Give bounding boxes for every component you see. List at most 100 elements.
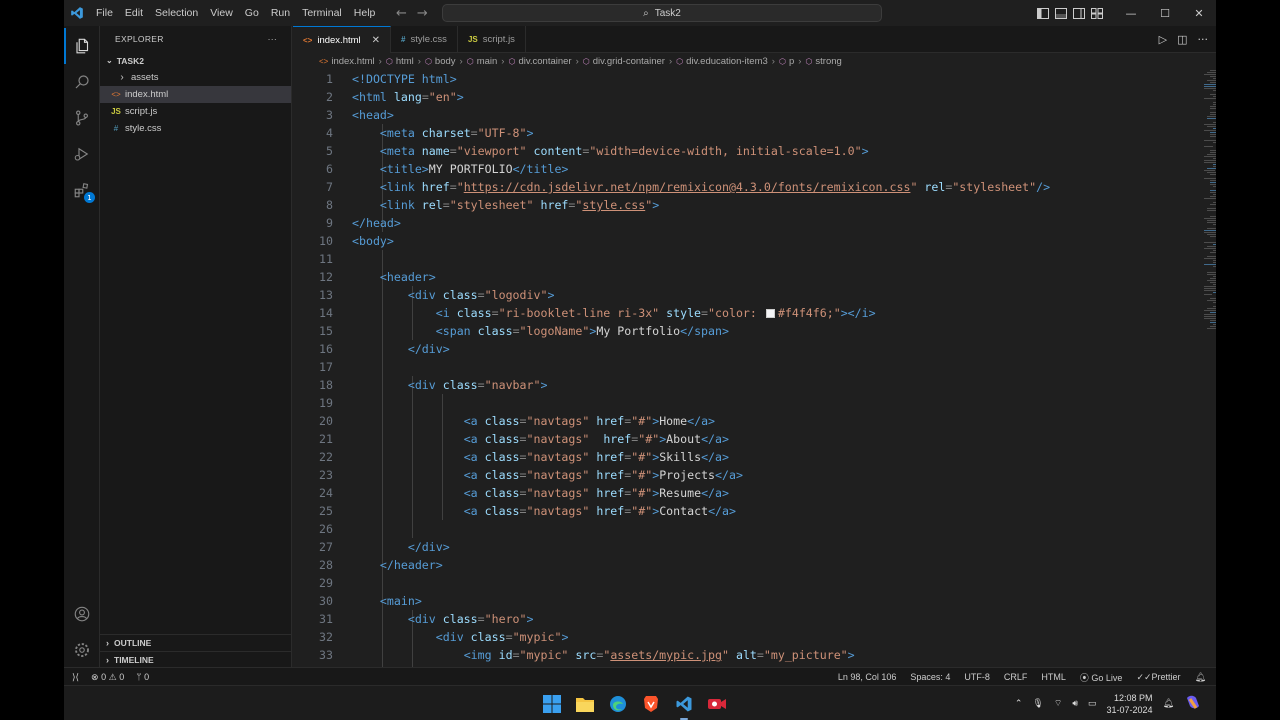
minimap-line xyxy=(1210,180,1216,181)
back-arrow-icon[interactable]: ← xyxy=(396,6,407,21)
menu-run[interactable]: Run xyxy=(265,0,296,26)
settings-gear-icon[interactable] xyxy=(64,632,100,668)
brave-browser-icon[interactable] xyxy=(639,692,663,716)
microphone-icon[interactable]: 🎙︎ xyxy=(1032,698,1043,709)
code-link[interactable]: assets/mypic.jpg xyxy=(610,648,722,662)
speaker-icon[interactable]: 🔊︎ xyxy=(1072,698,1078,709)
vscode-taskbar-icon[interactable] xyxy=(672,692,696,720)
windows-start-icon[interactable] xyxy=(540,692,564,716)
explorer-icon[interactable] xyxy=(64,28,100,64)
run-debug-icon[interactable] xyxy=(64,136,100,172)
minimize-icon[interactable]: — xyxy=(1114,0,1148,26)
menu-terminal[interactable]: Terminal xyxy=(296,0,348,26)
toggle-secondary-sidebar-icon[interactable] xyxy=(1072,6,1086,20)
copilot-icon[interactable] xyxy=(1184,694,1202,714)
tree-item-index-html[interactable]: <> index.html xyxy=(100,86,291,103)
video-recorder-icon[interactable] xyxy=(705,692,729,716)
breadcrumb-item[interactable]: div.grid-container xyxy=(593,56,665,67)
tree-item-script-js[interactable]: JS script.js xyxy=(100,103,291,120)
minimap[interactable] xyxy=(1204,70,1216,350)
menu-file[interactable]: File xyxy=(90,0,119,26)
toggle-panel-icon[interactable] xyxy=(1054,6,1068,20)
menu-go[interactable]: Go xyxy=(239,0,265,26)
search-icon[interactable] xyxy=(64,64,100,100)
code-link[interactable]: https://cdn.jsdelivr.net/npm/remixicon@4… xyxy=(464,180,911,194)
wifi-icon[interactable]: ⌔ xyxy=(1054,698,1062,709)
breadcrumb-item[interactable]: div.education-item3 xyxy=(686,56,768,67)
battery-icon[interactable]: ▭ xyxy=(1088,698,1097,709)
end-of-line[interactable]: CRLF xyxy=(1004,672,1028,682)
split-editor-icon[interactable]: ◫ xyxy=(1177,33,1187,46)
minimap-line xyxy=(1213,262,1216,263)
chevron-right-icon: › xyxy=(417,56,421,67)
ports-indicator[interactable]: ᛘ 0 xyxy=(136,672,149,682)
clock[interactable]: 12:08 PM 31-07-2024 xyxy=(1107,692,1153,716)
notification-bell-icon[interactable]: 🔔︎ xyxy=(1163,698,1174,709)
breadcrumb-item[interactable]: p xyxy=(789,56,794,67)
error-icon: ⊗ xyxy=(91,671,99,682)
warning-icon: ⚠ xyxy=(108,671,117,682)
menu-view[interactable]: View xyxy=(204,0,239,26)
breadcrumb-item[interactable]: index.html xyxy=(331,56,374,67)
bell-icon[interactable]: 🔔︎ xyxy=(1195,672,1206,683)
problems-indicator[interactable]: ⊗ 0 ⚠ 0 xyxy=(91,672,124,683)
code-line: 16 </div> xyxy=(319,342,450,356)
minimap-line xyxy=(1210,114,1216,115)
go-live-button[interactable]: ⦿ Go Live xyxy=(1080,671,1123,684)
menu-selection[interactable]: Selection xyxy=(149,0,204,26)
breadcrumb-item[interactable]: div.container xyxy=(518,56,571,67)
workspace-folder[interactable]: ⌄ TASK2 xyxy=(100,52,291,69)
menu-edit[interactable]: Edit xyxy=(119,0,149,26)
tab-script-js[interactable]: JS script.js xyxy=(458,26,526,53)
more-actions-icon[interactable]: ··· xyxy=(1198,33,1209,46)
chevron-right-icon: › xyxy=(106,655,109,665)
source-control-icon[interactable] xyxy=(64,100,100,136)
language-mode[interactable]: HTML xyxy=(1041,672,1066,682)
outline-section[interactable]: › OUTLINE xyxy=(100,634,291,651)
tab-style-css[interactable]: # style.css xyxy=(391,26,458,53)
minimap-line xyxy=(1213,90,1216,91)
chevron-up-icon[interactable]: ⌃ xyxy=(1015,698,1023,709)
close-icon[interactable]: ✕ xyxy=(1182,0,1216,26)
tab-index-html[interactable]: <> index.html ✕ xyxy=(293,26,392,53)
maximize-icon[interactable]: ☐ xyxy=(1148,0,1182,26)
code-line: 1 <!DOCTYPE html> xyxy=(326,72,457,86)
minimap-line xyxy=(1210,204,1216,205)
minimap-line xyxy=(1204,124,1216,125)
color-swatch[interactable] xyxy=(765,309,775,318)
breadcrumb-item[interactable]: main xyxy=(477,56,498,67)
code-editor[interactable]: 1 <!DOCTYPE html> 2 <html lang="en"> 3 <hea… xyxy=(293,70,1216,667)
edge-browser-icon[interactable] xyxy=(606,692,630,716)
minimap-line xyxy=(1210,106,1216,107)
extensions-icon[interactable]: 1 xyxy=(64,172,100,208)
prettier-button[interactable]: ✓✓Prettier xyxy=(1136,672,1180,683)
breadcrumb-item[interactable]: body xyxy=(435,56,456,67)
css-file-icon: # xyxy=(401,35,406,44)
tree-item-style-css[interactable]: # style.css xyxy=(100,120,291,137)
menu-help[interactable]: Help xyxy=(348,0,382,26)
account-icon[interactable] xyxy=(64,596,100,632)
breadcrumb-item[interactable]: strong xyxy=(815,56,841,67)
code-link[interactable]: style.css xyxy=(582,198,645,212)
customize-layout-icon[interactable] xyxy=(1090,6,1104,20)
code-line: 28 </header> xyxy=(319,558,443,572)
minimap-line xyxy=(1204,146,1213,147)
minimap-line xyxy=(1204,86,1216,87)
cursor-position[interactable]: Ln 98, Col 106 xyxy=(838,672,897,682)
minimap-line xyxy=(1204,248,1216,249)
close-tab-icon[interactable]: ✕ xyxy=(372,35,380,46)
command-center[interactable]: ⌕ Task2 xyxy=(442,4,882,22)
forward-arrow-icon[interactable]: → xyxy=(417,6,428,21)
encoding[interactable]: UTF-8 xyxy=(964,672,990,682)
code-line: 17 xyxy=(319,360,333,374)
indentation[interactable]: Spaces: 4 xyxy=(910,672,950,682)
breadcrumb-item[interactable]: html xyxy=(396,56,414,67)
toggle-sidebar-icon[interactable] xyxy=(1036,6,1050,20)
timeline-section[interactable]: › TIMELINE xyxy=(100,651,291,668)
remote-icon[interactable]: ⟩⟨ xyxy=(72,672,79,683)
more-actions-icon[interactable]: ··· xyxy=(268,34,277,44)
vscode-window: File Edit Selection View Go Run Terminal… xyxy=(64,0,1216,720)
run-icon[interactable]: ▷ xyxy=(1159,33,1167,46)
file-explorer-icon[interactable] xyxy=(573,692,597,716)
tree-item-assets[interactable]: › assets xyxy=(100,69,291,86)
